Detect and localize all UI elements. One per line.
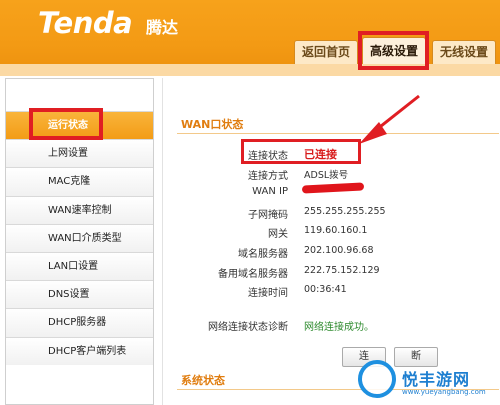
value-connection-type: ADSL拨号 [304,170,349,181]
label-connection-type: 连接方式 [248,171,288,182]
value-secondary-dns: 222.75.152.129 [304,265,380,276]
system-status-title: 系统状态 [181,374,225,387]
label-connection-time: 连接时间 [248,288,288,299]
label-secondary-dns: 备用域名服务器 [218,269,288,280]
value-connection-time: 00:36:41 [304,284,347,295]
sidebar-top [6,79,153,111]
tab-home[interactable]: 返回首页 [294,40,358,64]
disconnect-button[interactable]: 断 [394,347,438,367]
section-divider [177,133,499,134]
tenda-logo-cn: 腾达 [146,18,179,37]
label-connection-status: 连接状态 [248,151,288,162]
label-dns: 域名服务器 [238,249,288,260]
value-subnet-mask: 255.255.255.255 [304,206,386,217]
sidebar-item-lan[interactable]: LAN口设置 [6,251,153,281]
sidebar-item-internet-settings[interactable]: 上网设置 [6,139,153,168]
sidebar-item-dhcp-clients[interactable]: DHCP客户端列表 [6,336,153,365]
connect-button[interactable]: 连 [342,347,386,367]
tab-advanced-settings[interactable]: 高级设置 [362,37,426,65]
header-bar: Tenda 腾达 返回首页 高级设置 无线设置 [0,0,500,65]
tab-wireless-settings[interactable]: 无线设置 [432,40,496,64]
header-band [0,64,500,76]
sidebar-item-mac-clone[interactable]: MAC克隆 [6,167,153,196]
value-connection-status: 已连接 [304,148,337,161]
sidebar-item-dns[interactable]: DNS设置 [6,280,153,309]
wan-status-title: WAN口状态 [181,118,244,131]
value-gateway: 119.60.160.1 [304,225,368,236]
annotation-arrow-icon [359,94,420,144]
sidebar-item-status[interactable]: 运行状态 [6,111,153,140]
sidebar-item-wan-media[interactable]: WAN口介质类型 [6,223,153,252]
value-diagnosis: 网络连接成功。 [304,322,374,333]
sidebar-item-wan-rate[interactable]: WAN速率控制 [6,195,153,224]
label-gateway: 网关 [268,229,288,240]
sidebar: 运行状态 上网设置 MAC克隆 WAN速率控制 WAN口介质类型 LAN口设置 … [5,78,154,405]
label-subnet-mask: 子网掩码 [248,210,288,221]
sidebar-item-dhcp-server[interactable]: DHCP服务器 [6,308,153,337]
label-wan-ip: WAN IP [252,186,288,197]
main-panel: WAN口状态 系统状态 [162,78,500,405]
label-diagnosis: 网络连接状态诊断 [208,322,288,333]
tenda-logo: Tenda [38,6,133,40]
value-dns: 202.100.96.68 [304,245,374,256]
section-divider [177,389,499,390]
